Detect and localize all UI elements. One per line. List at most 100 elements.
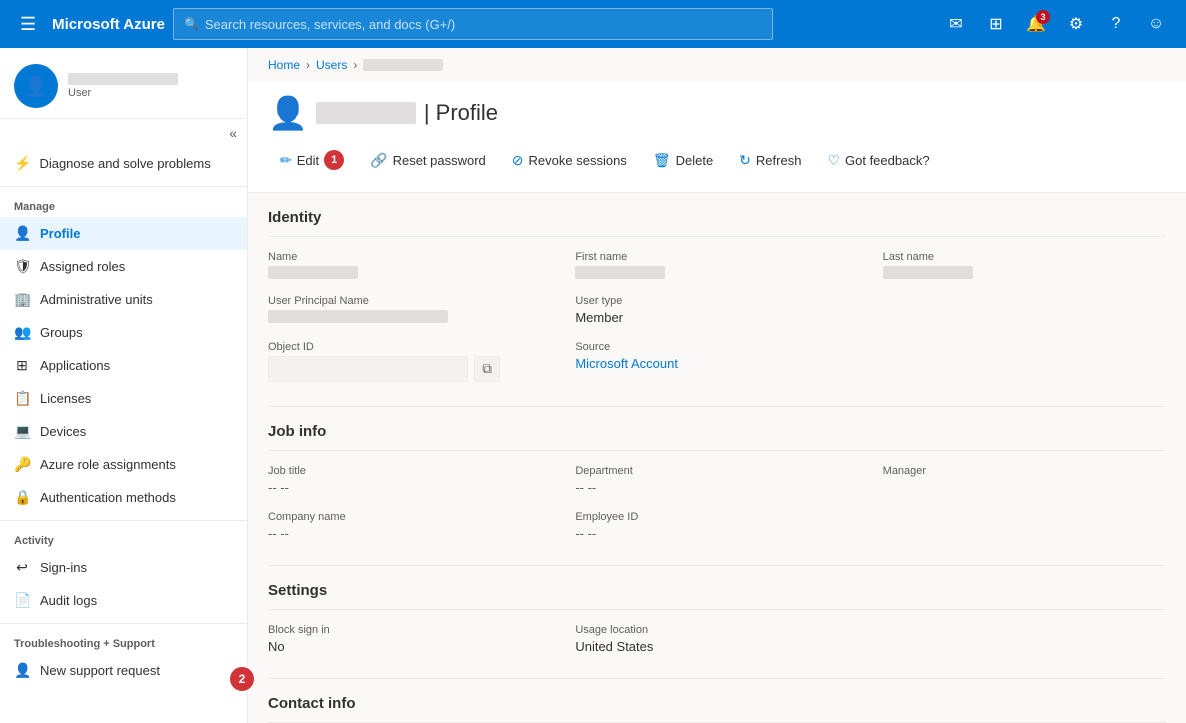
collapse-button-row: « [0, 119, 247, 147]
field-job-title: Job title -- -- [268, 465, 551, 495]
sidebar-item-applications[interactable]: ⊞ Applications [0, 349, 247, 382]
sidebar-item-administrative-units[interactable]: 🏢 Administrative units [0, 283, 247, 316]
usage-location-value: United States [575, 639, 858, 654]
object-id-input[interactable] [268, 356, 468, 382]
sidebar-item-label-licenses: Licenses [40, 391, 91, 406]
user-header: 👤 User [0, 48, 247, 119]
reset-password-button[interactable]: 🔗 Reset password [358, 146, 498, 175]
top-navigation: ☰ Microsoft Azure 🔍 ✉ ⊞ 🔔 3 ⚙ ? ☺ [0, 0, 1186, 48]
support-request-icon: 👤 [14, 662, 30, 679]
notification-count-badge: 3 [1036, 10, 1050, 24]
sidebar-item-label-support: New support request [40, 663, 160, 678]
divider-job-settings [268, 565, 1166, 566]
sidebar-item-label-azure-roles: Azure role assignments [40, 457, 176, 472]
sidebar-item-label-assigned-roles: Assigned roles [40, 259, 125, 274]
help-icon-button[interactable]: ? [1098, 6, 1134, 42]
sidebar-item-groups[interactable]: 👥 Groups [0, 316, 247, 349]
sidebar-section-activity: Activity [0, 527, 247, 551]
upn-label: User Principal Name [268, 295, 551, 307]
collapse-sidebar-button[interactable]: « [229, 125, 237, 141]
manager-label: Manager [883, 465, 1166, 477]
usage-location-label: Usage location [575, 624, 858, 636]
block-sign-in-value: No [268, 639, 551, 654]
field-user-type: User type Member [575, 295, 858, 325]
bookmarks-icon: ⊞ [989, 14, 1002, 34]
refresh-icon: ↻ [739, 152, 751, 169]
source-value[interactable]: Microsoft Account [575, 356, 858, 371]
field-company-name: Company name -- -- [268, 511, 551, 541]
sidebar-item-profile[interactable]: 👤 Profile [0, 217, 247, 250]
copy-object-id-button[interactable]: ⧉ [474, 356, 500, 382]
user-type-value: Member [575, 310, 858, 325]
settings-icon-button[interactable]: ⚙ [1058, 6, 1094, 42]
email-icon-button[interactable]: ✉ [938, 6, 974, 42]
notifications-icon-button[interactable]: 🔔 3 [1018, 6, 1054, 42]
authentication-icon: 🔒 [14, 489, 30, 506]
sign-ins-icon: ↩ [14, 559, 30, 576]
bookmarks-icon-button[interactable]: ⊞ [978, 6, 1014, 42]
identity-section-title: Identity [268, 209, 1166, 237]
user-header-info: User [68, 73, 178, 99]
company-name-label: Company name [268, 511, 551, 523]
name-label: Name [268, 251, 551, 263]
field-source: Source Microsoft Account [575, 341, 858, 382]
toolbar: ✏ Edit 1 🔗 Reset password ⊘ Revoke sessi… [268, 144, 1166, 180]
first-name-value [575, 266, 665, 279]
jobinfo-section-title: Job info [268, 423, 1166, 451]
brand-logo: Microsoft Azure [52, 16, 165, 33]
breadcrumb-home[interactable]: Home [268, 58, 300, 72]
breadcrumb-user-name-blurred [363, 59, 443, 71]
sidebar-section-troubleshoot: Troubleshooting + Support [0, 630, 247, 654]
licenses-icon: 📋 [14, 390, 30, 407]
divider-settings-contact [268, 678, 1166, 679]
avatar: 👤 [14, 64, 58, 108]
divider-identity-job [268, 406, 1166, 407]
sidebar-item-audit-logs[interactable]: 📄 Audit logs [0, 584, 247, 617]
sidebar-divider-activity [0, 520, 247, 521]
sidebar-item-label-auth-methods: Authentication methods [40, 490, 176, 505]
sidebar-item-new-support-request[interactable]: 👤 New support request [0, 654, 247, 687]
sidebar-item-label-applications: Applications [40, 358, 110, 373]
sidebar-item-diagnose[interactable]: ⚡ Diagnose and solve problems [0, 147, 247, 180]
employee-id-value: -- -- [575, 526, 858, 541]
feedback-icon-button[interactable]: ☺ [1138, 6, 1174, 42]
edit-icon: ✏ [280, 152, 292, 169]
diagnose-label: Diagnose and solve problems [39, 156, 210, 171]
sidebar-item-authentication-methods[interactable]: 🔒 Authentication methods [0, 481, 247, 514]
sidebar-item-devices[interactable]: 💻 Devices [0, 415, 247, 448]
contact-section-title: Contact info [268, 695, 1166, 723]
sidebar-item-sign-ins[interactable]: ↩ Sign-ins [0, 551, 247, 584]
sidebar-item-licenses[interactable]: 📋 Licenses [0, 382, 247, 415]
page-user-avatar-icon: 👤 [268, 94, 308, 132]
sidebar-item-label-groups: Groups [40, 325, 83, 340]
step1-badge: 1 [324, 150, 344, 170]
page-header: 👤 | Profile ✏ Edit 1 🔗 Reset password ⊘ … [248, 82, 1186, 193]
search-bar[interactable]: 🔍 [173, 8, 773, 40]
refresh-button[interactable]: ↻ Refresh [727, 146, 813, 175]
field-upn: User Principal Name [268, 295, 551, 325]
azure-role-icon: 🔑 [14, 456, 30, 473]
employee-id-label: Employee ID [575, 511, 858, 523]
sidebar-item-label-administrative-units: Administrative units [40, 292, 153, 307]
feedback-label: Got feedback? [845, 153, 930, 168]
edit-button[interactable]: ✏ Edit 1 [268, 144, 356, 176]
feedback-button[interactable]: ♡ Got feedback? [815, 146, 941, 175]
page-user-name-blurred [316, 102, 416, 124]
department-label: Department [575, 465, 858, 477]
step2-badge: 2 [230, 667, 254, 691]
sidebar-item-azure-role-assignments[interactable]: 🔑 Azure role assignments [0, 448, 247, 481]
jobinfo-fields-grid: Job title -- -- Department -- -- Manager… [268, 465, 1166, 541]
delete-button[interactable]: 🗑 Delete [641, 146, 725, 175]
sidebar-item-assigned-roles[interactable]: 🛡 Assigned roles [0, 250, 247, 283]
revoke-sessions-button[interactable]: ⊘ Revoke sessions [500, 146, 639, 175]
refresh-label: Refresh [756, 153, 802, 168]
field-block-sign-in: Block sign in No [268, 624, 551, 654]
audit-logs-icon: 📄 [14, 592, 30, 609]
revoke-sessions-icon: ⊘ [512, 152, 524, 169]
settings-icon: ⚙ [1069, 14, 1083, 34]
revoke-sessions-label: Revoke sessions [529, 153, 627, 168]
hamburger-menu-button[interactable]: ☰ [12, 10, 44, 39]
search-input[interactable] [205, 17, 762, 32]
field-last-name: Last name [883, 251, 1166, 279]
breadcrumb-users[interactable]: Users [316, 58, 347, 72]
